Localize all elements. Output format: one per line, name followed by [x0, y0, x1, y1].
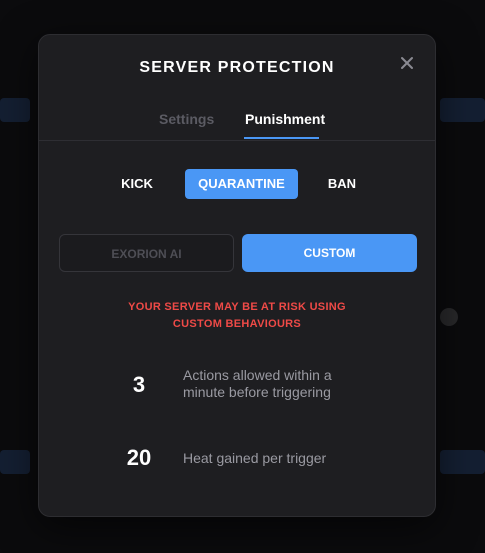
behaviour-source-selector: EXORION AI CUSTOM: [59, 234, 417, 272]
actions-allowed-value[interactable]: 3: [99, 372, 179, 398]
actions-allowed-description: Actions allowed within a minute before t…: [183, 367, 353, 401]
ban-button[interactable]: BAN: [319, 169, 365, 199]
tab-bar: Settings Punishment: [39, 107, 435, 141]
risk-warning-line-1: YOUR SERVER MAY BE AT RISK USING: [128, 301, 346, 313]
background-row: [440, 98, 485, 122]
exorion-ai-button[interactable]: EXORION AI: [59, 234, 234, 272]
custom-button[interactable]: CUSTOM: [242, 234, 417, 272]
background-row: [0, 98, 30, 122]
server-protection-modal: SERVER PROTECTION Settings Punishment KI…: [38, 34, 436, 517]
close-icon: [401, 57, 413, 69]
background-row: [440, 450, 485, 474]
actions-allowed-description-line-2: minute before triggering: [183, 384, 331, 400]
background-row: [0, 450, 30, 474]
close-button[interactable]: [399, 55, 415, 71]
kick-button[interactable]: KICK: [111, 169, 163, 199]
risk-warning-line-2: CUSTOM BEHAVIOURS: [172, 318, 302, 330]
actions-allowed-description-line-1: Actions allowed within a: [183, 367, 332, 383]
heat-per-trigger-value[interactable]: 20: [99, 445, 179, 471]
quarantine-button[interactable]: QUARANTINE: [185, 169, 298, 199]
active-tab-indicator: [244, 137, 319, 139]
heat-per-trigger-description: Heat gained per trigger: [183, 450, 327, 466]
risk-warning: YOUR SERVER MAY BE AT RISK USING CUSTOM …: [39, 299, 435, 333]
tab-punishment[interactable]: Punishment: [245, 111, 325, 127]
punishment-mode-selector: KICK QUARANTINE BAN: [39, 169, 435, 199]
tab-settings[interactable]: Settings: [159, 111, 214, 127]
modal-title: SERVER PROTECTION: [139, 59, 335, 76]
background-dot: [440, 308, 458, 326]
